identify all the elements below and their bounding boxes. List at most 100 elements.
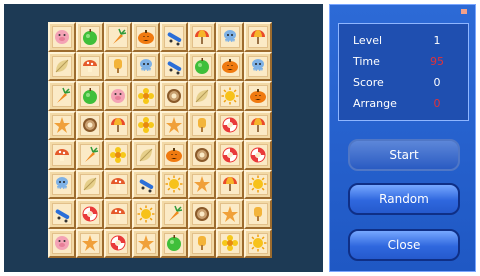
tile-face <box>52 85 72 107</box>
board-tile[interactable] <box>76 169 104 199</box>
donut-icon <box>165 87 183 105</box>
board-tile[interactable] <box>132 81 160 111</box>
board-tile[interactable] <box>76 22 104 52</box>
board-tile[interactable] <box>104 140 132 170</box>
stat-score: Score 0 <box>339 72 468 93</box>
tile-face <box>192 173 212 195</box>
board-tile[interactable] <box>244 169 272 199</box>
tile-face <box>220 26 240 48</box>
tile-face <box>248 203 268 225</box>
board-tile[interactable] <box>244 81 272 111</box>
board-tile[interactable] <box>76 51 104 81</box>
board-tile[interactable] <box>48 140 76 170</box>
board-tile[interactable] <box>160 110 188 140</box>
popsicle-icon <box>249 205 267 223</box>
side-panel: Level 1 Time 95 Score 0 Arrange 0 Start … <box>329 4 476 272</box>
board-tile[interactable] <box>104 199 132 229</box>
board-tile[interactable] <box>216 51 244 81</box>
board-tile[interactable] <box>48 169 76 199</box>
board-tile[interactable] <box>104 110 132 140</box>
random-button[interactable]: Random <box>348 183 460 215</box>
tile-face <box>80 114 100 136</box>
octopus-icon <box>137 57 155 75</box>
board-tile[interactable] <box>160 169 188 199</box>
board-tile[interactable] <box>104 169 132 199</box>
board-tile[interactable] <box>160 140 188 170</box>
board-tile[interactable] <box>132 169 160 199</box>
board-tile[interactable] <box>216 228 244 258</box>
board-tile[interactable] <box>160 22 188 52</box>
board-tile[interactable] <box>76 140 104 170</box>
board-tile[interactable] <box>104 228 132 258</box>
board-tile[interactable] <box>216 81 244 111</box>
board-tile[interactable] <box>76 228 104 258</box>
board-tile[interactable] <box>216 199 244 229</box>
board-tile[interactable] <box>76 199 104 229</box>
board-tile[interactable] <box>160 81 188 111</box>
board-tile[interactable] <box>160 51 188 81</box>
start-button[interactable]: Start <box>348 139 460 171</box>
level-value: 1 <box>433 34 441 47</box>
board-tile[interactable] <box>48 22 76 52</box>
board-tile[interactable] <box>48 110 76 140</box>
board-tile[interactable] <box>132 51 160 81</box>
board-tile[interactable] <box>104 22 132 52</box>
board-tile[interactable] <box>76 81 104 111</box>
board-tile[interactable] <box>132 110 160 140</box>
tile-face <box>220 203 240 225</box>
board-tile[interactable] <box>48 228 76 258</box>
board-tile[interactable] <box>132 228 160 258</box>
flower-icon <box>137 116 155 134</box>
board-tile[interactable] <box>160 228 188 258</box>
board-tile[interactable] <box>244 140 272 170</box>
board-tile[interactable] <box>132 22 160 52</box>
board-tile[interactable] <box>244 228 272 258</box>
lifebuoy-icon <box>221 116 239 134</box>
board-tile[interactable] <box>188 199 216 229</box>
board-tile[interactable] <box>244 110 272 140</box>
board-tile[interactable] <box>188 140 216 170</box>
umbrella-icon <box>193 28 211 46</box>
board-tile[interactable] <box>244 51 272 81</box>
board-tile[interactable] <box>244 199 272 229</box>
board-tile[interactable] <box>48 81 76 111</box>
octopus-icon <box>53 175 71 193</box>
starfish-icon <box>53 116 71 134</box>
octopus-icon <box>221 28 239 46</box>
window-corner-marker <box>461 9 467 14</box>
sun-icon <box>165 175 183 193</box>
board-tile[interactable] <box>188 22 216 52</box>
board-tile[interactable] <box>188 51 216 81</box>
tile-face <box>248 114 268 136</box>
close-button[interactable]: Close <box>348 229 460 261</box>
carrot-icon <box>165 205 183 223</box>
board-tile[interactable] <box>160 199 188 229</box>
starfish-icon <box>81 234 99 252</box>
board-tile[interactable] <box>76 110 104 140</box>
tile-face <box>192 26 212 48</box>
board-tile[interactable] <box>48 199 76 229</box>
board-tile[interactable] <box>188 169 216 199</box>
board-tile[interactable] <box>244 22 272 52</box>
board-tile[interactable] <box>216 169 244 199</box>
flower-icon <box>221 234 239 252</box>
board-tile[interactable] <box>216 22 244 52</box>
board-tile[interactable] <box>104 81 132 111</box>
board-tile[interactable] <box>188 110 216 140</box>
board-tile[interactable] <box>216 140 244 170</box>
tile-face <box>52 114 72 136</box>
tile-face <box>80 144 100 166</box>
sun-icon <box>249 175 267 193</box>
board-tile[interactable] <box>104 51 132 81</box>
board-tile[interactable] <box>132 140 160 170</box>
board-tile[interactable] <box>48 51 76 81</box>
board-tile[interactable] <box>188 228 216 258</box>
board-tile[interactable] <box>132 199 160 229</box>
board-tile[interactable] <box>188 81 216 111</box>
octopus-icon <box>249 57 267 75</box>
board-tile[interactable] <box>216 110 244 140</box>
tile-face <box>136 173 156 195</box>
tile-face <box>248 85 268 107</box>
carrot-icon <box>109 28 127 46</box>
donut-icon <box>193 205 211 223</box>
